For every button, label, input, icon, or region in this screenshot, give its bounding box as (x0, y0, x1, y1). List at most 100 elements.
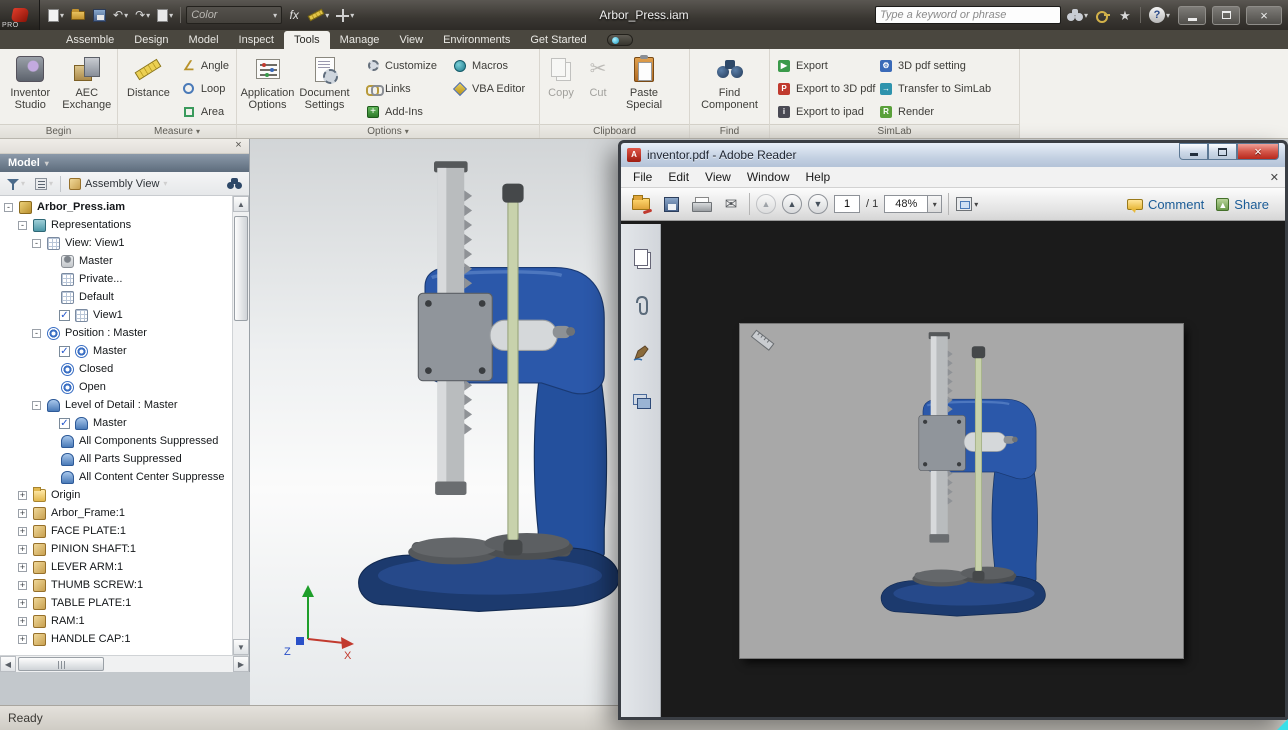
scroll-left-icon[interactable]: ◀ (0, 656, 16, 672)
panel-label-find[interactable]: Find (690, 124, 769, 138)
tree-item[interactable]: Closed (0, 360, 232, 378)
tree-item[interactable]: +THUMB SCREW:1 (0, 576, 232, 594)
tree-item[interactable]: ✓Master (0, 342, 232, 360)
share-button[interactable]: ▲Share (1216, 197, 1269, 212)
open-button[interactable] (69, 5, 87, 25)
visibility-checkbox[interactable]: ✓ (59, 310, 70, 321)
adobe-minimize-button[interactable] (1179, 143, 1208, 160)
panel-label-measure[interactable]: Measure▾ (118, 124, 236, 138)
adobe-maximize-button[interactable] (1208, 143, 1237, 160)
tree-item[interactable]: -Arbor_Press.iam (0, 198, 232, 216)
adobe-menu-file[interactable]: File (625, 168, 660, 186)
parameters-button[interactable]: fx (285, 5, 303, 25)
new-file-button[interactable]: ▾ (46, 5, 66, 25)
adobe-titlebar[interactable]: A inventor.pdf - Adobe Reader × (621, 143, 1285, 167)
distance-button[interactable]: Distance (120, 50, 177, 99)
redo-button[interactable]: ↷▾ (133, 5, 152, 25)
previous-page-button[interactable]: ▲ (782, 194, 802, 214)
page-thumbnails-button[interactable] (630, 246, 652, 268)
macros-button[interactable]: Macros (448, 54, 530, 77)
help-search-box[interactable] (875, 6, 1061, 24)
browser-horizontal-scrollbar[interactable]: ◀ ▶ (0, 655, 249, 672)
expander-icon[interactable]: - (18, 221, 27, 230)
ribbon-options-toggle[interactable] (607, 34, 633, 46)
expander-icon[interactable]: + (18, 635, 27, 644)
simlab-transfer-button[interactable]: →Transfer to SimLab (874, 77, 996, 100)
expander-icon[interactable]: - (32, 329, 41, 338)
tree-item[interactable]: +HANDLE CAP:1 (0, 630, 232, 648)
tree-item[interactable]: Private... (0, 270, 232, 288)
undo-button[interactable]: ↶▾ (111, 5, 130, 25)
tree-item[interactable]: Master (0, 252, 232, 270)
customize-button[interactable]: Customize (361, 54, 442, 77)
tree-item[interactable]: +FACE PLATE:1 (0, 522, 232, 540)
simlab-3d-pdf-setting-button[interactable]: ⚙3D pdf setting (874, 54, 996, 77)
tree-item[interactable]: -Position : Master (0, 324, 232, 342)
expander-icon[interactable]: - (4, 203, 13, 212)
document-settings-button[interactable]: Document Settings (296, 50, 353, 111)
minimize-button[interactable] (1178, 6, 1206, 25)
measure-button[interactable]: ▾ (306, 5, 331, 25)
tree-item[interactable]: +Arbor_Frame:1 (0, 504, 232, 522)
adobe-save-button[interactable] (659, 192, 683, 216)
adobe-close-button[interactable]: × (1237, 143, 1279, 160)
copy-button[interactable]: Copy (542, 50, 580, 99)
expander-icon[interactable]: + (18, 509, 27, 518)
update-button[interactable]: ▾ (155, 5, 175, 25)
search-button[interactable]: ▾ (1065, 5, 1090, 25)
tree-item[interactable]: Default (0, 288, 232, 306)
tree-item[interactable]: All Parts Suppressed (0, 450, 232, 468)
browser-title-strip[interactable]: × (0, 139, 249, 154)
expander-icon[interactable]: + (18, 491, 27, 500)
comment-button[interactable]: Comment (1127, 197, 1204, 212)
pdf-canvas[interactable] (661, 224, 1285, 717)
pdf-page[interactable] (740, 324, 1183, 658)
zoom-dropdown-icon[interactable]: ▾ (928, 195, 942, 213)
ribbon-tab-environments[interactable]: Environments (433, 31, 520, 49)
adobe-menu-edit[interactable]: Edit (660, 168, 697, 186)
tree-item[interactable]: -Representations (0, 216, 232, 234)
favorites-button[interactable]: ★ (1116, 5, 1134, 25)
aec-exchange-button[interactable]: AEC Exchange (59, 50, 116, 111)
zoom-level-box[interactable]: 48% (884, 195, 928, 213)
expander-icon[interactable]: + (18, 599, 27, 608)
scroll-up-icon[interactable]: ▲ (233, 196, 249, 212)
tree-item[interactable]: Open (0, 378, 232, 396)
ribbon-tab-manage[interactable]: Manage (330, 31, 390, 49)
browser-close-icon[interactable]: × (232, 140, 245, 152)
page-display-button[interactable]: ▾ (955, 192, 979, 216)
tree-item[interactable]: ✓Master (0, 414, 232, 432)
ribbon-tab-model[interactable]: Model (179, 31, 229, 49)
vertical-scroll-thumb[interactable] (234, 216, 248, 321)
search-input[interactable] (880, 9, 1056, 21)
previous-view-button[interactable]: ▲ (756, 194, 776, 214)
visibility-checkbox[interactable]: ✓ (59, 346, 70, 357)
adobe-menubar-close-icon[interactable]: ✕ (1270, 171, 1279, 184)
assembly-view-combo[interactable]: Assembly View ▾ (65, 174, 171, 194)
tree-item[interactable]: ✓View1 (0, 306, 232, 324)
browser-filter-button[interactable]: ▾ (4, 174, 28, 194)
simlab-render-button[interactable]: RRender (874, 100, 996, 123)
maximize-button[interactable] (1212, 6, 1240, 25)
panel-label-clipboard[interactable]: Clipboard (540, 124, 689, 138)
expander-icon[interactable]: + (18, 527, 27, 536)
cut-button[interactable]: ✂ Cut (580, 50, 616, 99)
browser-display-options-button[interactable]: ▾ (32, 174, 56, 194)
expander-icon[interactable]: + (18, 617, 27, 626)
save-button[interactable] (90, 5, 108, 25)
simlab-export-3d-pdf-button[interactable]: PExport to 3D pdf (772, 77, 874, 100)
application-options-button[interactable]: Application Options (239, 50, 296, 111)
tree-item[interactable]: +RAM:1 (0, 612, 232, 630)
ribbon-tab-get-started[interactable]: Get Started (520, 31, 596, 49)
next-page-button[interactable]: ▼ (808, 194, 828, 214)
page-number-input[interactable] (834, 195, 860, 213)
adobe-reader-window[interactable]: A inventor.pdf - Adobe Reader × FileEdit… (618, 140, 1288, 720)
adobe-menu-help[interactable]: Help (798, 168, 839, 186)
area-button[interactable]: Area (177, 100, 234, 123)
visibility-checkbox[interactable]: ✓ (59, 418, 70, 429)
inventor-app-button[interactable]: PRO (0, 0, 40, 30)
tree-item[interactable]: +TABLE PLATE:1 (0, 594, 232, 612)
simlab-export-button[interactable]: ▶Export (772, 54, 874, 77)
angle-button[interactable]: ∠Angle (177, 54, 234, 77)
browser-model-selector[interactable]: Model▾ (0, 154, 249, 172)
